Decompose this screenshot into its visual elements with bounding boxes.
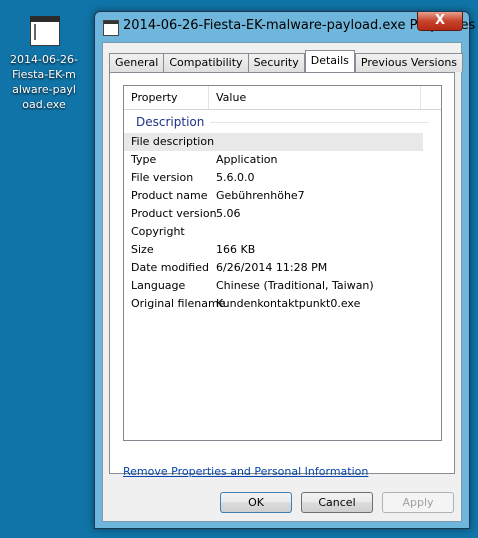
table-row[interactable]: Type Application <box>124 151 441 169</box>
list-header: Property Value <box>124 86 441 110</box>
table-row[interactable]: Copyright <box>124 223 441 241</box>
table-row[interactable]: Size 166 KB <box>124 241 441 259</box>
desktop-icon-label: 2014-06-26-Fiesta-EK-malware-payload.exe <box>10 53 78 111</box>
details-tab-page: Property Value Description File descript… <box>109 72 455 474</box>
close-button[interactable]: X <box>417 12 463 31</box>
property-name: Product name <box>131 189 208 202</box>
tab-strip: General Compatibility Security Details P… <box>109 50 464 72</box>
group-label: Description <box>136 115 205 129</box>
property-rows: File description Type Application File v… <box>124 133 441 313</box>
title-bar[interactable]: 2014-06-26-Fiesta-EK-malware-payload.exe… <box>95 12 475 42</box>
table-row[interactable]: File description <box>124 133 423 151</box>
tab-details[interactable]: Details <box>304 50 355 72</box>
apply-button[interactable]: Apply <box>382 492 454 513</box>
dialog-client-area: General Compatibility Security Details P… <box>102 42 464 522</box>
details-list[interactable]: Property Value Description File descript… <box>123 85 442 441</box>
table-row[interactable]: Language Chinese (Traditional, Taiwan) <box>124 277 441 295</box>
property-name: Product version <box>131 207 217 220</box>
properties-window: 2014-06-26-Fiesta-EK-malware-payload.exe… <box>94 11 475 529</box>
property-value: 6/26/2014 11:28 PM <box>216 261 328 274</box>
table-row[interactable]: Date modified 6/26/2014 11:28 PM <box>124 259 441 277</box>
cancel-button[interactable]: Cancel <box>301 492 373 513</box>
property-value: 5.06 <box>216 207 241 220</box>
property-name: File version <box>131 171 194 184</box>
executable-file-icon <box>28 10 60 46</box>
group-divider <box>210 122 429 123</box>
property-name: Language <box>131 279 186 292</box>
table-row[interactable]: Product version 5.06 <box>124 205 441 223</box>
property-name: Date modified <box>131 261 209 274</box>
table-row[interactable]: Product name Gebührenhöhe7 <box>124 187 441 205</box>
desktop-file-icon[interactable]: 2014-06-26-Fiesta-EK-malware-payload.exe <box>0 10 88 112</box>
remove-properties-link[interactable]: Remove Properties and Personal Informati… <box>123 465 368 478</box>
property-name: Copyright <box>131 225 185 238</box>
tab-security[interactable]: Security <box>247 53 305 72</box>
tab-general[interactable]: General <box>109 53 165 72</box>
table-row[interactable]: Original filename Kundenkontaktpunkt0.ex… <box>124 295 441 313</box>
property-value: 166 KB <box>216 243 256 256</box>
property-value: 5.6.0.0 <box>216 171 255 184</box>
ok-button[interactable]: OK <box>220 492 292 513</box>
column-header-property[interactable]: Property <box>124 86 209 109</box>
tab-compatibility[interactable]: Compatibility <box>163 53 249 72</box>
property-name: Type <box>131 153 157 166</box>
group-header-description: Description <box>124 114 441 130</box>
dialog-buttons: OK Cancel Apply <box>103 490 461 516</box>
property-value: Gebührenhöhe7 <box>216 189 305 202</box>
property-name: File description <box>131 135 215 148</box>
tab-previous-versions[interactable]: Previous Versions <box>354 53 464 72</box>
table-row[interactable]: File version 5.6.0.0 <box>124 169 441 187</box>
application-icon <box>103 20 119 36</box>
property-value: Application <box>216 153 278 166</box>
property-value: Chinese (Traditional, Taiwan) <box>216 279 374 292</box>
column-header-value[interactable]: Value <box>209 86 421 109</box>
property-value: Kundenkontaktpunkt0.exe <box>216 297 361 310</box>
property-name: Original filename <box>131 297 226 310</box>
property-name: Size <box>131 243 154 256</box>
